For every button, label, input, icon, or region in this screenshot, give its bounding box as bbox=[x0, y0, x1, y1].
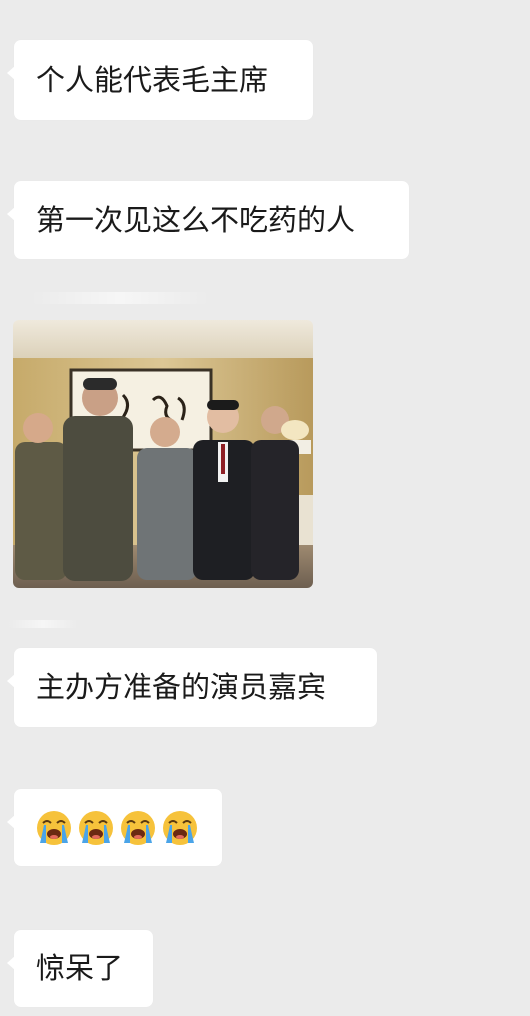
message-text: 惊呆了 bbox=[36, 951, 124, 985]
message-text: 主办方准备的演员嘉宾 bbox=[36, 670, 327, 704]
blurred-sender-name bbox=[30, 292, 210, 304]
message-text: 第一次见这么不吃药的人 bbox=[36, 202, 356, 237]
loudly-crying-face-emoji bbox=[79, 810, 113, 845]
message-bubble[interactable]: 第一次见这么不吃药的人 bbox=[7, 181, 409, 259]
message-bubble[interactable]: 个人能代表毛主席 bbox=[7, 40, 313, 120]
emoji-message-bubble[interactable] bbox=[7, 789, 222, 866]
message-bubble[interactable]: 主办方准备的演员嘉宾 bbox=[7, 648, 377, 727]
image-message[interactable] bbox=[13, 320, 313, 588]
loudly-crying-face-emoji bbox=[121, 810, 155, 845]
loudly-crying-face-emoji bbox=[163, 810, 197, 845]
message-text: 个人能代表毛主席 bbox=[36, 62, 269, 97]
loudly-crying-face-emoji bbox=[37, 810, 71, 845]
photo-of-six-men-standing-in-room bbox=[13, 320, 313, 588]
blurred-sender-name bbox=[8, 620, 78, 628]
message-bubble[interactable]: 惊呆了 bbox=[7, 930, 153, 1007]
chat-conversation: 个人能代表毛主席 第一次见这么不吃药的人 主办方准备的演员嘉宾 惊呆了 bbox=[0, 0, 530, 1016]
